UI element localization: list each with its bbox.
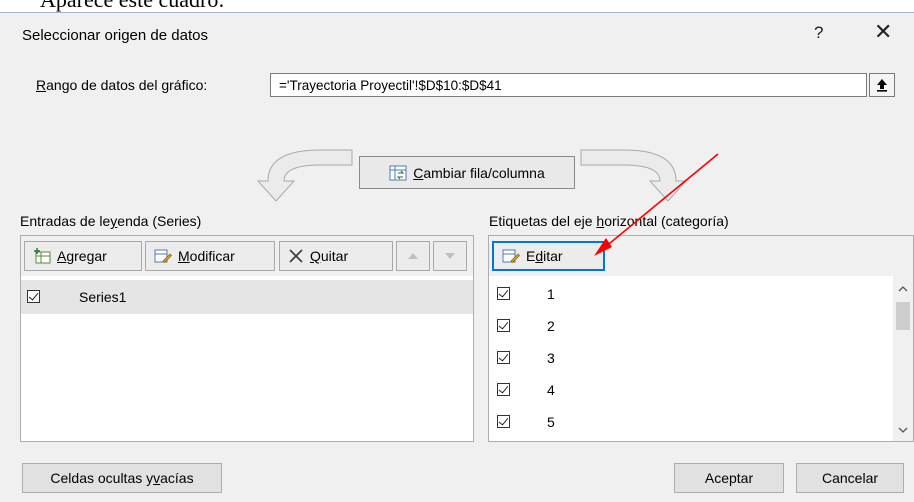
annotation-arrow-icon [594, 153, 719, 256]
